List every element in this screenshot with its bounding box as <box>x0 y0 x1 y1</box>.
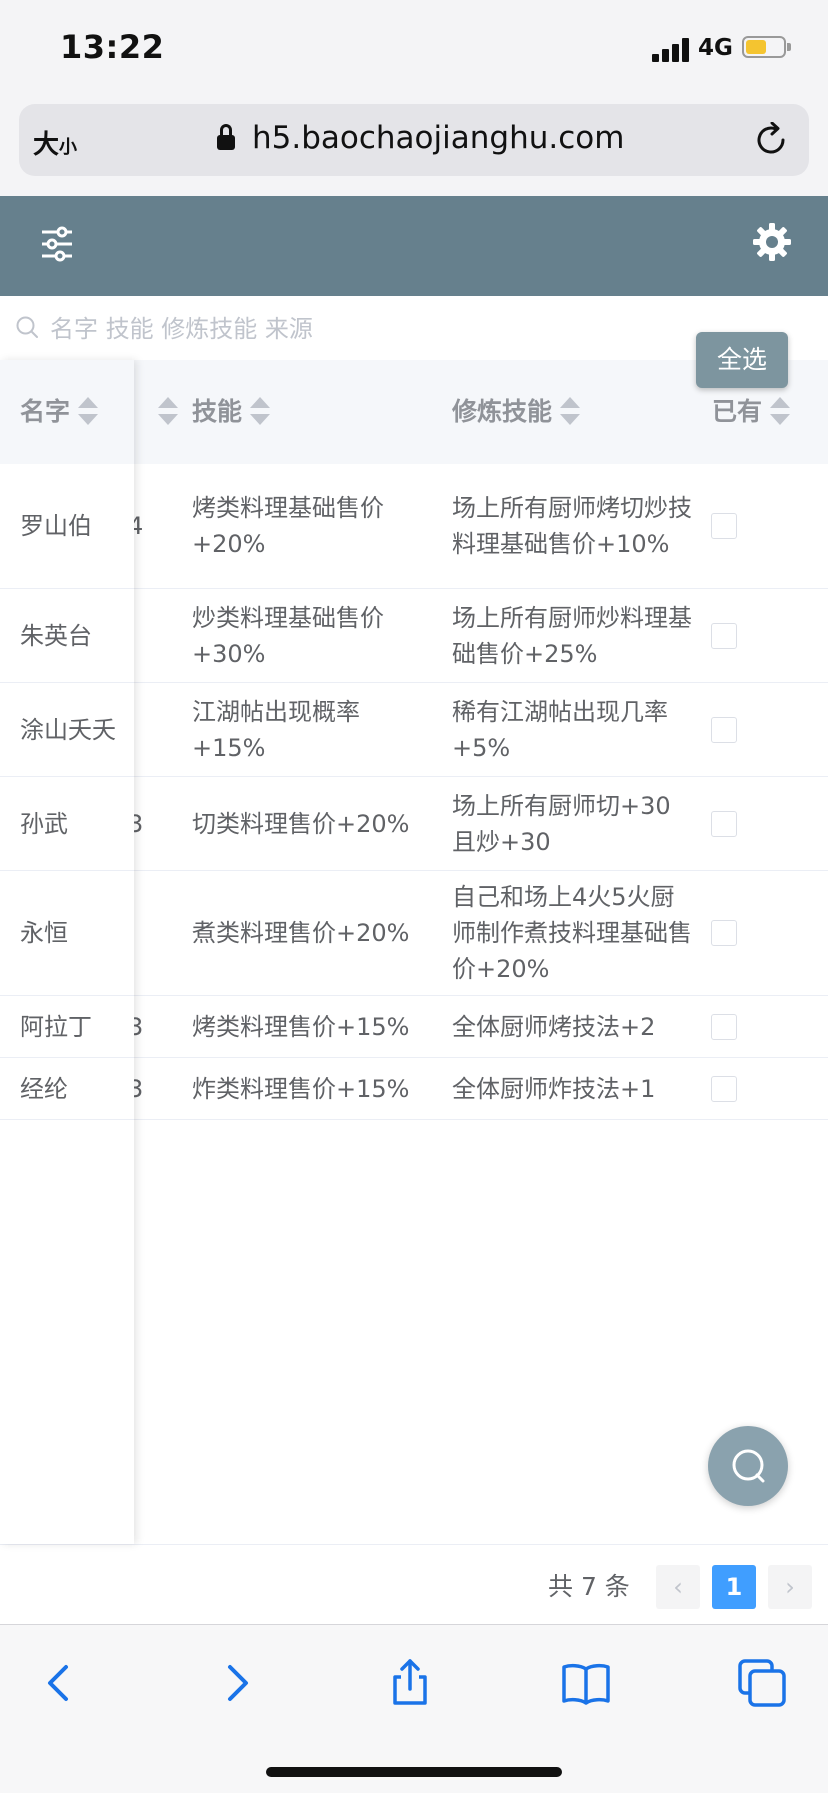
table-row-name: 经纶 <box>0 1058 134 1120</box>
share-icon[interactable] <box>382 1655 438 1711</box>
name-cell[interactable]: 朱英台 <box>20 589 130 682</box>
skill-cell: 炸类料理售价+15% <box>192 1074 410 1103</box>
address-bar[interactable]: 大小 h5.baochaojianghu.com <box>19 104 809 176</box>
owned-cell <box>711 1058 741 1119</box>
owned-cell <box>711 871 741 995</box>
name-cell[interactable]: 孙武 <box>20 777 130 870</box>
sort-icon <box>78 397 99 425</box>
chat-search-fab[interactable] <box>708 1426 788 1506</box>
total-count: 共 7 条 <box>548 1572 630 1601</box>
pagination: 共 7 条 ‹ 1 › <box>0 1544 828 1625</box>
prev-page-button[interactable]: ‹ <box>656 1565 700 1609</box>
forward-icon[interactable] <box>208 1655 264 1711</box>
text-size-big: 大 <box>33 130 60 160</box>
owned-cell <box>711 589 741 682</box>
column-header-hidden-sort[interactable] <box>150 360 178 464</box>
skill-cell: 烤类料理售价+15% <box>192 1012 410 1041</box>
text-size-button[interactable]: 大小 <box>33 124 77 161</box>
fixed-name-column: 名字 罗山伯 朱英台 涂山夭夭 孙武 永恒 阿拉丁 经纶 <box>0 360 134 1544</box>
owned-checkbox[interactable] <box>711 716 737 743</box>
bookmarks-icon[interactable] <box>558 1655 614 1711</box>
status-bar: 13:22 4G <box>0 0 828 96</box>
column-header-train[interactable]: 修炼技能 <box>452 360 581 464</box>
home-indicator <box>266 1767 562 1777</box>
table-row-name: 永恒 <box>0 871 134 996</box>
current-page-button[interactable]: 1 <box>712 1565 756 1609</box>
back-icon[interactable] <box>32 1655 88 1711</box>
owned-cell <box>711 464 741 588</box>
name-cell[interactable]: 罗山伯 <box>20 464 130 588</box>
column-header-name-label: 名字 <box>20 397 71 426</box>
column-header-owned-label: 已有 <box>712 397 763 426</box>
owned-checkbox[interactable] <box>711 513 737 539</box>
search-icon <box>16 316 38 338</box>
search-input[interactable] <box>48 308 652 350</box>
chef-table: 技能 修炼技能 已有 4 烤类料理基础售价+20% 场上所有厨师烤切炒技料理基础售价… <box>0 360 828 1544</box>
lock-icon <box>217 124 235 152</box>
name-cell[interactable]: 阿拉丁 <box>20 996 130 1057</box>
signal-icon <box>652 38 690 62</box>
owned-checkbox[interactable] <box>711 920 737 946</box>
skill-cell: 切类料理售价+20% <box>192 809 410 838</box>
network-type: 4G <box>698 35 733 61</box>
tabs-icon[interactable] <box>734 1655 790 1711</box>
skill-cell: 煮类料理售价+20% <box>192 919 410 947</box>
status-time: 13:22 <box>60 28 165 66</box>
owned-checkbox[interactable] <box>711 1013 737 1040</box>
table-row-name: 朱英台 <box>0 589 134 683</box>
train-skill-cell: 全体厨师烤技法+2 <box>452 1012 656 1041</box>
url-text[interactable]: h5.baochaojianghu.com <box>252 120 624 156</box>
sort-icon <box>250 397 271 425</box>
filter-icon[interactable] <box>40 226 74 262</box>
browser-toolbar <box>0 1624 828 1793</box>
name-cell[interactable]: 涂山夭夭 <box>20 683 130 776</box>
name-cell[interactable]: 经纶 <box>20 1058 130 1119</box>
battery-icon <box>742 36 791 58</box>
column-header-train-label: 修炼技能 <box>452 397 553 426</box>
next-page-button[interactable]: › <box>768 1565 812 1609</box>
column-header-skill[interactable]: 技能 <box>192 360 271 464</box>
owned-cell <box>711 777 741 870</box>
table-row-name: 孙武 <box>0 777 134 871</box>
train-skill-cell: 场上所有厨师烤切炒技料理基础售价+10% <box>452 494 692 558</box>
owned-cell <box>711 996 741 1057</box>
train-skill-cell: 全体厨师炸技法+1 <box>452 1074 656 1103</box>
train-skill-cell: 稀有江湖帖出现几率+5% <box>452 697 668 762</box>
column-header-skill-label: 技能 <box>192 397 243 426</box>
table-row-name: 阿拉丁 <box>0 996 134 1058</box>
skill-cell: 烤类料理基础售价+20% <box>192 494 384 558</box>
text-size-small: 小 <box>59 137 78 158</box>
select-all-button[interactable]: 全选 <box>696 332 788 388</box>
owned-checkbox[interactable] <box>711 810 737 837</box>
sort-icon <box>158 397 178 425</box>
owned-checkbox[interactable] <box>711 622 737 649</box>
browser-address-area: 大小 h5.baochaojianghu.com <box>0 96 828 196</box>
chat-search-icon <box>732 1449 765 1483</box>
fixed-name-header: 名字 <box>0 360 134 465</box>
column-header-name[interactable]: 名字 <box>20 360 99 464</box>
skill-cell: 炒类料理基础售价+30% <box>192 603 384 668</box>
owned-cell <box>711 683 741 776</box>
reload-icon[interactable] <box>753 122 789 158</box>
sort-icon <box>770 397 791 425</box>
app-header <box>0 196 828 296</box>
table-row-name: 罗山伯 <box>0 464 134 589</box>
train-skill-cell: 场上所有厨师炒料理基础售价+25% <box>452 603 692 668</box>
train-skill-cell: 场上所有厨师切+30且炒+30 <box>452 791 671 856</box>
gear-icon[interactable] <box>752 222 792 262</box>
sort-icon <box>560 397 581 425</box>
owned-checkbox[interactable] <box>711 1075 737 1102</box>
table-row-name: 涂山夭夭 <box>0 683 134 777</box>
train-skill-cell: 自己和场上4火5火厨师制作煮技料理基础售价+20% <box>452 883 692 983</box>
skill-cell: 江湖帖出现概率+15% <box>192 697 360 762</box>
name-cell[interactable]: 永恒 <box>20 871 130 995</box>
